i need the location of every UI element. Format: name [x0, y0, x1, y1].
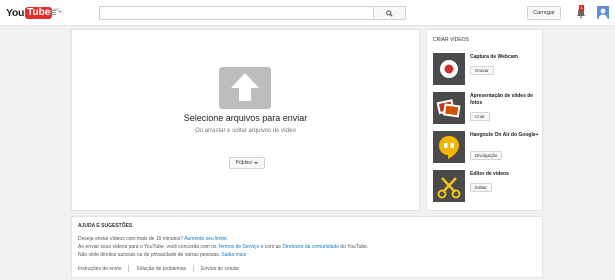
privacy-dropdown[interactable]: Público	[229, 157, 265, 169]
create-item-hangouts: Hangouts On Air do Google+ Divulgação	[433, 131, 541, 165]
create-videos-title: CRIAR VÍDEOS	[433, 37, 469, 43]
search-icon	[386, 9, 393, 17]
privacy-label: Público	[235, 160, 253, 166]
help-text: Ao enviar seus vídeos para o YouTube, vo…	[78, 244, 217, 250]
create-item-label: Apresentação de slides de fotos	[470, 93, 534, 106]
help-line-terms: Ao enviar seus vídeos para o YouTube, vo…	[78, 244, 368, 250]
upload-panel: Selecione arquivos para enviar Ou arrast…	[71, 29, 420, 211]
create-item-slideshow: Apresentação de slides de fotos Criar	[433, 92, 541, 126]
upload-title: Selecione arquivos para enviar	[183, 113, 308, 123]
webcam-icon	[433, 53, 465, 85]
notification-count-badge: 1	[579, 5, 584, 11]
logo-tube-text: Tube	[25, 6, 53, 19]
troubleshooting-link[interactable]: Solução de problemas	[136, 266, 186, 272]
help-text: Deseja enviar vídeos com mais de 15 minu…	[78, 236, 184, 242]
help-line-copyright: Não viole direitos autorais ou de privac…	[78, 252, 246, 258]
notifications-button[interactable]: 1	[575, 5, 587, 19]
increase-limit-link[interactable]: Aumente seu limite.	[184, 236, 228, 242]
help-line-limit: Deseja enviar vídeos com mais de 15 minu…	[78, 236, 228, 242]
search-bar	[99, 6, 406, 20]
create-item-label: Captura de Webcam	[470, 54, 518, 60]
upload-button[interactable]: Carregar	[527, 6, 561, 20]
help-text: do YouTube.	[340, 244, 369, 250]
masthead: You Tube BR Carregar 1	[0, 0, 615, 26]
upload-subtitle: Ou arrastar e soltar arquivos de vídeo	[195, 128, 296, 134]
broadcast-button[interactable]: Divulgação	[470, 151, 503, 160]
create-button[interactable]: Criar	[470, 112, 490, 121]
upload-instructions-link[interactable]: Instruções de envio	[78, 266, 121, 272]
help-title: AJUDA E SUGESTÕES	[78, 223, 133, 229]
hangouts-icon	[433, 131, 465, 163]
user-avatar-icon	[597, 6, 609, 19]
search-button[interactable]	[373, 6, 406, 20]
photo-slideshow-icon	[433, 92, 465, 124]
edit-button[interactable]: Editar	[470, 183, 492, 192]
create-item-label: Hangouts On Air do Google+	[470, 132, 539, 138]
search-input[interactable]	[99, 6, 373, 20]
community-guidelines-link[interactable]: Diretrizes da comunidade	[282, 244, 339, 250]
scissors-icon	[433, 170, 465, 202]
terms-of-service-link[interactable]: Termos de Serviço	[218, 244, 259, 250]
help-text: Não viole direitos autorais ou de privac…	[78, 252, 221, 258]
create-item-editor: Editor de vídeos Editar	[433, 170, 541, 204]
help-links: Instruções de envio Solução de problemas…	[78, 265, 239, 272]
chevron-down-icon	[254, 162, 259, 164]
divider	[128, 265, 130, 272]
help-text: e com as	[260, 244, 281, 250]
divider	[193, 265, 195, 272]
create-item-label: Editor de vídeos	[470, 171, 509, 177]
avatar[interactable]	[597, 6, 609, 19]
logo-you-text: You	[6, 6, 25, 19]
upload-dropzone[interactable]	[219, 67, 271, 109]
record-button[interactable]: Gravar	[470, 66, 494, 75]
create-videos-panel: CRIAR VÍDEOS Captura de Webcam Gravar Ap…	[426, 29, 543, 211]
guide-menu-icon[interactable]	[50, 8, 64, 18]
create-item-webcam: Captura de Webcam Gravar	[433, 53, 541, 87]
mobile-uploads-link[interactable]: Envios do celular	[201, 266, 239, 272]
upload-arrow-icon	[219, 67, 271, 109]
learn-more-link[interactable]: Saiba mais	[221, 252, 246, 258]
help-panel: AJUDA E SUGESTÕES Deseja enviar vídeos c…	[71, 216, 543, 278]
